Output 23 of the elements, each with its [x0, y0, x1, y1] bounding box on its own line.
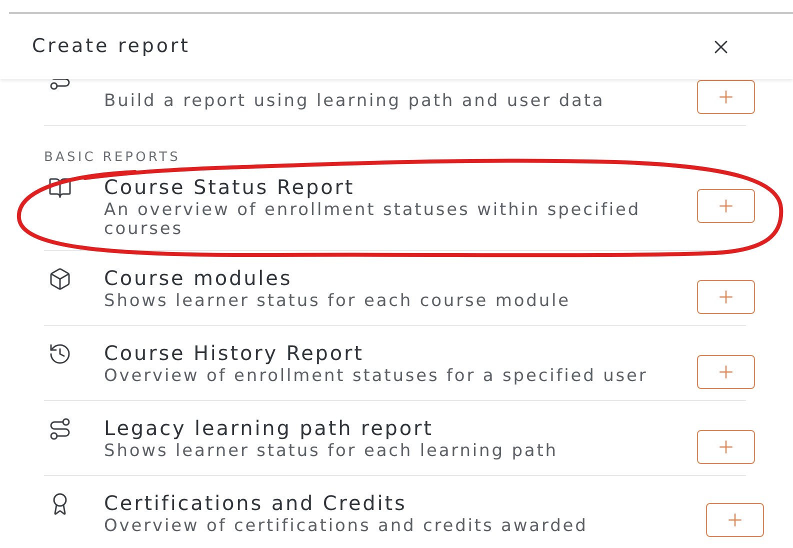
cube-icon [48, 267, 72, 291]
report-description: An overview of enrollment statuses within specified courses [104, 201, 642, 239]
dialog-title: Create report [32, 34, 190, 60]
report-title: Course History Report [104, 341, 365, 365]
report-description: Overview of certifications and credits awarded [104, 517, 589, 536]
section-label: BASIC REPORTS [44, 149, 182, 166]
report-title: Course modules [104, 266, 294, 290]
report-title: Course Status Report [104, 175, 356, 199]
add-button[interactable] [697, 189, 755, 223]
add-button[interactable] [697, 80, 755, 114]
report-title: Legacy learning path report [104, 416, 434, 440]
add-button[interactable] [697, 430, 755, 464]
report-description: Shows learner status for each course module [104, 292, 572, 311]
add-button[interactable] [706, 503, 764, 537]
route-icon [48, 417, 72, 441]
report-description: Shows learner status for each learning path [104, 442, 559, 461]
report-description: Build a report using learning path and user data [104, 92, 606, 111]
history-icon [48, 342, 72, 366]
report-description: Overview of enrollment statuses for a specified user [104, 367, 649, 386]
add-button[interactable] [697, 280, 755, 314]
report-title: Certifications and Credits [104, 491, 408, 515]
book-icon [48, 176, 72, 200]
add-button[interactable] [697, 355, 755, 389]
